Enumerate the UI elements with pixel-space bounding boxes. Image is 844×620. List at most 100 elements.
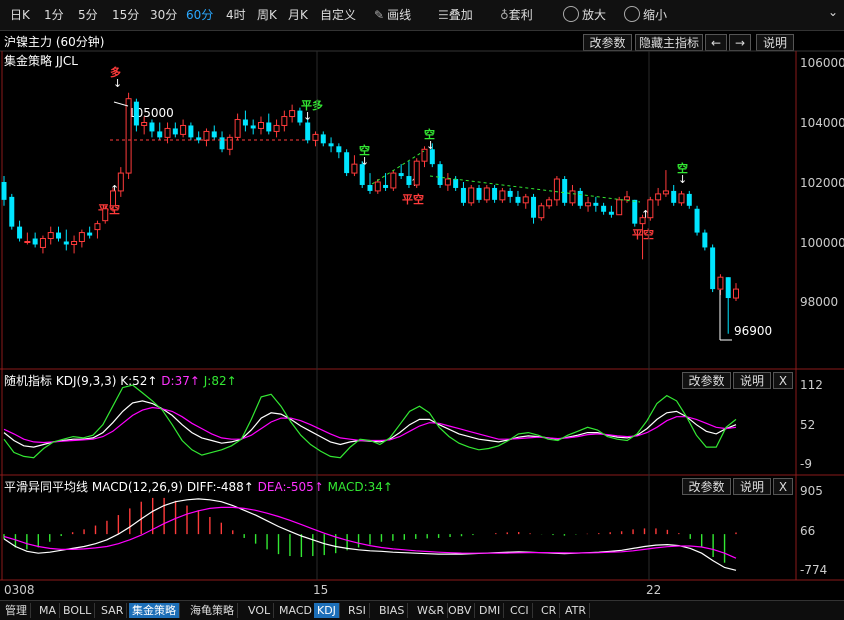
candle-body xyxy=(499,190,506,201)
candle-body xyxy=(601,205,607,212)
indicator-tab-14[interactable]: CCI xyxy=(507,603,533,618)
candle-body xyxy=(507,190,513,197)
candle-body xyxy=(117,172,124,192)
candle-body xyxy=(336,146,342,153)
candle-body xyxy=(297,110,303,123)
candle-body xyxy=(623,196,630,201)
candle-body xyxy=(359,164,365,185)
candle-body xyxy=(164,127,171,138)
candle-body xyxy=(562,179,568,203)
candle-body xyxy=(483,187,490,201)
candle-body xyxy=(639,217,646,225)
candle-body xyxy=(553,178,560,201)
indicator-tab-3[interactable]: SAR xyxy=(98,603,128,618)
candle-body xyxy=(172,128,178,135)
indicator-tab-7[interactable]: MACD xyxy=(276,603,316,618)
candle-body xyxy=(398,173,404,177)
candle-body xyxy=(476,187,482,200)
candle-body xyxy=(492,187,498,200)
indicator-tab-15[interactable]: CR xyxy=(538,603,561,618)
candle-body xyxy=(686,193,692,206)
candle-body xyxy=(515,196,521,203)
indicator-tab-2[interactable]: BOLL xyxy=(60,603,96,618)
candle-body xyxy=(219,137,225,150)
indicator-tab-6[interactable]: VOL xyxy=(245,603,275,618)
candle-body xyxy=(421,148,428,162)
candle-body xyxy=(188,125,194,138)
signal-overlays xyxy=(110,101,732,341)
candle-body xyxy=(320,134,326,144)
candle-body xyxy=(305,122,311,141)
candle-body xyxy=(87,232,93,236)
candle-body xyxy=(242,119,248,126)
candle-body xyxy=(17,226,23,239)
candle-body xyxy=(328,143,334,147)
candle-body xyxy=(585,202,592,207)
candle-body xyxy=(437,164,443,185)
candle-body xyxy=(546,199,553,207)
candle-body xyxy=(522,196,529,204)
candle-body xyxy=(406,176,412,185)
candle-body xyxy=(56,232,62,239)
indicator-tab-5[interactable]: 海龟策略 xyxy=(187,603,238,618)
candle-body xyxy=(234,119,241,138)
candle-body xyxy=(577,190,583,206)
candle-body xyxy=(110,190,117,207)
candle-body xyxy=(102,208,109,222)
candle-body xyxy=(374,181,381,192)
candle-body xyxy=(608,211,614,215)
indicator-tab-16[interactable]: ATR xyxy=(562,603,591,618)
candle-body xyxy=(203,130,210,141)
candle-body xyxy=(453,179,459,188)
candle-body xyxy=(273,124,280,132)
candle-body xyxy=(141,122,148,126)
candle-body xyxy=(39,238,46,248)
candle-body xyxy=(367,184,373,191)
candle-body xyxy=(32,238,38,245)
candle-body xyxy=(149,122,155,132)
candle-body xyxy=(257,122,264,129)
candle-body xyxy=(531,196,537,218)
indicator-tab-12[interactable]: OBV xyxy=(445,603,476,618)
indicator-tab-8[interactable]: KDJ xyxy=(314,603,340,618)
candle-body xyxy=(133,101,139,126)
candlestick-series xyxy=(1,92,739,334)
candle-body xyxy=(671,190,677,203)
candle-body xyxy=(662,190,669,195)
chart-canvas[interactable] xyxy=(0,0,844,600)
candle-body xyxy=(390,172,397,189)
candle-body xyxy=(632,199,638,224)
candle-body xyxy=(211,131,217,138)
candle-body xyxy=(725,277,731,299)
indicator-tab-10[interactable]: BIAS xyxy=(376,603,409,618)
candle-body xyxy=(383,184,389,188)
candle-body xyxy=(702,232,708,248)
candle-body xyxy=(312,133,319,141)
candle-body xyxy=(593,202,599,206)
indicator-tab-0[interactable]: 管理 xyxy=(2,603,31,618)
indicator-tab-11[interactable]: W&R xyxy=(414,603,449,618)
candle-body xyxy=(717,276,724,290)
candle-body xyxy=(71,241,78,245)
indicator-tab-13[interactable]: DMI xyxy=(476,603,505,618)
candle-body xyxy=(616,199,623,216)
indicator-tab-bar: 管理 MA BOLL SAR 集金策略 海龟策略 VOL MACD KDJ RSI BIAS W&R O… xyxy=(0,600,844,620)
candle-body xyxy=(180,124,187,135)
candle-body xyxy=(678,193,685,204)
candle-body xyxy=(63,241,69,245)
macd-series xyxy=(3,497,737,571)
candle-body xyxy=(569,190,576,204)
kdj-series xyxy=(3,384,737,459)
candle-body xyxy=(9,196,15,227)
candle-body xyxy=(94,223,101,231)
candle-body xyxy=(460,187,466,203)
candle-body xyxy=(733,288,739,299)
indicator-tab-9[interactable]: RSI xyxy=(345,603,370,618)
candle-body xyxy=(647,199,654,219)
candle-body xyxy=(710,247,716,290)
indicator-tab-1[interactable]: MA xyxy=(36,603,61,618)
indicator-tab-4[interactable]: 集金策略 xyxy=(129,603,180,618)
candle-body xyxy=(24,241,31,243)
candle-body xyxy=(429,149,435,165)
candle-body xyxy=(250,125,256,129)
